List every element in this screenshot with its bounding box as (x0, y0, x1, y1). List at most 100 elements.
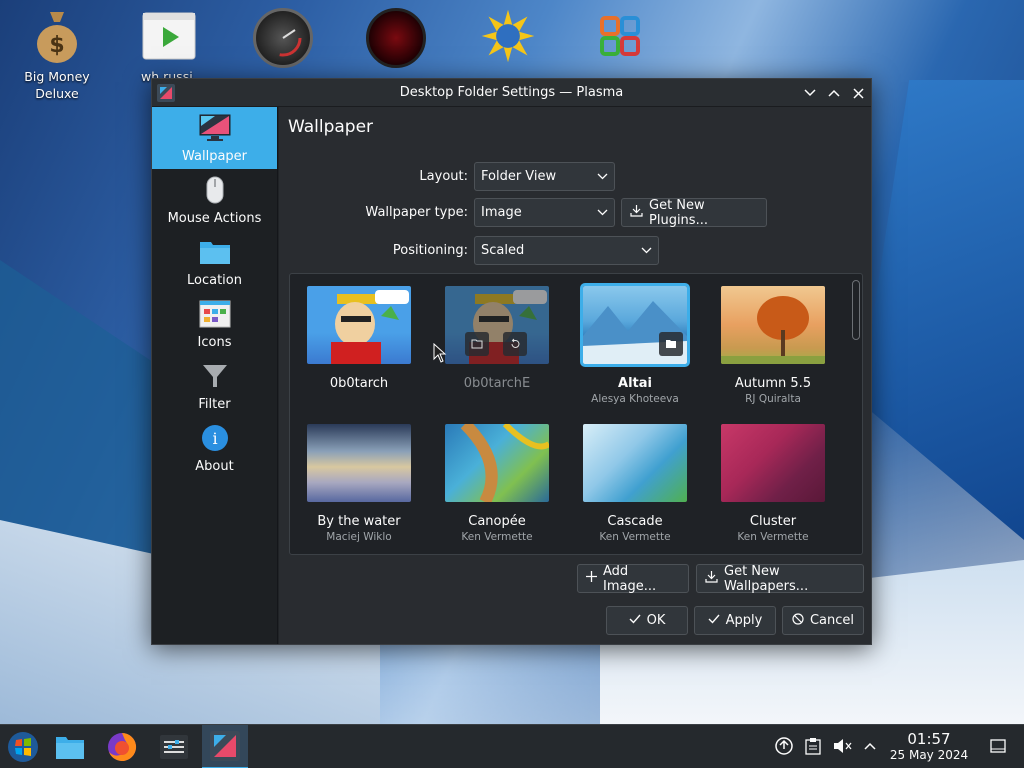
wallpaper-author: Alesya Khoteeva (591, 393, 679, 405)
office-icon (592, 8, 648, 64)
start-menu-button[interactable] (0, 725, 46, 768)
plus-icon (586, 571, 597, 586)
desktop-icon-red-circle[interactable] (356, 8, 436, 68)
chevron-down-icon (641, 243, 652, 258)
positioning-combobox[interactable]: Scaled (474, 236, 659, 265)
sun-globe-icon (480, 8, 536, 64)
desktop-icon-big-money[interactable]: $ Big Money Deluxe (17, 8, 97, 102)
wallpaper-name: 0b0tarch (329, 376, 389, 391)
settings-content: Wallpaper Layout: Folder View Wallpaper … (279, 107, 871, 644)
wallpaper-item-selected[interactable]: Altai Alesya Khoteeva (567, 283, 703, 405)
wallpaper-item[interactable]: Cascade Ken Vermette (567, 424, 703, 543)
sidebar-item-icons[interactable]: Icons (152, 293, 277, 355)
cancel-button[interactable]: Cancel (782, 606, 864, 635)
layout-label: Layout: (419, 169, 468, 184)
get-new-plugins-label: Get New Plugins... (649, 197, 708, 228)
wallpaper-name: Cascade (607, 514, 663, 529)
page-title: Wallpaper (288, 117, 374, 137)
clock-time: 01:57 (907, 730, 951, 748)
desktop-icon-video[interactable]: wh russi (129, 8, 209, 85)
wallpaper-thumbnail (445, 424, 549, 502)
mouse-icon (199, 175, 231, 205)
info-icon: i (199, 423, 231, 453)
file-manager-button[interactable] (47, 725, 93, 768)
wallpaper-thumbnail (307, 286, 411, 364)
wallpaper-type-row: Wallpaper type: Image Get New Plugins... (284, 197, 767, 228)
sidebar-item-label: Icons (197, 335, 232, 350)
monitor-icon (199, 113, 231, 143)
wallpaper-author: RJ Quiralta (745, 393, 801, 405)
wallpaper-author: Ken Vermette (599, 531, 671, 543)
sidebar-item-filter[interactable]: Filter (152, 355, 277, 417)
layout-value: Folder View (481, 169, 557, 184)
wallpaper-item[interactable]: 0b0tarchE (429, 286, 565, 391)
maximize-button[interactable] (824, 83, 844, 103)
check-icon (629, 613, 641, 628)
updates-icon[interactable] (773, 735, 795, 757)
taskbar: 01:57 25 May 2024 (0, 724, 1024, 768)
open-folder-button[interactable] (659, 332, 683, 356)
add-image-button[interactable]: Add Image... (577, 564, 689, 594)
folder-icon (199, 237, 231, 267)
wallpaper-item[interactable]: By the water Maciej Wiklo (291, 424, 427, 543)
plasma-icon (157, 84, 175, 102)
minimize-button[interactable] (800, 83, 820, 103)
wallpaper-type-value: Image (481, 205, 522, 220)
get-new-plugins-button[interactable]: Get New Plugins... (621, 197, 767, 228)
sidebar-item-about[interactable]: i About (152, 417, 277, 479)
sidebar-item-mouse-actions[interactable]: Mouse Actions (152, 169, 277, 231)
check-icon (708, 613, 720, 628)
chevron-up-icon[interactable] (859, 735, 881, 757)
layout-combobox[interactable]: Folder View (474, 162, 615, 191)
wallpaper-item[interactable]: 0b0tarch (291, 286, 427, 391)
desktop-icon-label: Big Money Deluxe (24, 69, 90, 101)
red-logo-icon (366, 8, 426, 68)
wallpaper-name: Altai (618, 376, 652, 391)
clipboard-icon[interactable] (802, 735, 824, 757)
wallpaper-shape (860, 80, 1024, 540)
positioning-value: Scaled (481, 243, 525, 258)
volume-muted-icon[interactable] (831, 735, 853, 757)
vertical-scrollbar[interactable] (852, 278, 860, 550)
download-icon (705, 570, 718, 587)
video-icon (141, 8, 197, 64)
wallpaper-thumbnail (307, 424, 411, 502)
show-desktop-icon[interactable] (987, 735, 1009, 757)
wallpaper-author: Maciej Wiklo (326, 531, 392, 543)
positioning-row: Positioning: Scaled (284, 236, 659, 265)
wallpaper-thumbnail (445, 286, 549, 364)
desktop-icon-sun-globe[interactable] (468, 8, 548, 64)
wallpaper-author: Ken Vermette (461, 531, 533, 543)
sidebar-item-label: About (195, 459, 234, 474)
close-button[interactable] (848, 83, 868, 103)
desktop-icon-office[interactable] (580, 8, 660, 64)
system-settings-button[interactable] (151, 725, 197, 768)
wallpaper-type-combobox[interactable]: Image (474, 198, 615, 227)
chevron-down-icon (597, 205, 608, 220)
digital-clock[interactable]: 01:57 25 May 2024 (886, 731, 972, 763)
wallpaper-thumbnail (583, 424, 687, 502)
wallpaper-item[interactable]: Cluster Ken Vermette (705, 424, 841, 543)
wallpaper-item[interactable]: Canopée Ken Vermette (429, 424, 565, 543)
wallpaper-name: Canopée (468, 514, 526, 529)
gauge-icon (253, 8, 313, 68)
sidebar-item-label: Wallpaper (181, 149, 248, 164)
scrollbar-thumb[interactable] (852, 280, 860, 340)
apply-button[interactable]: Apply (694, 606, 776, 635)
title-bar[interactable]: Desktop Folder Settings — Plasma (152, 79, 871, 107)
plasma-settings-task[interactable] (202, 725, 248, 768)
desktop-icon-gauge[interactable] (243, 8, 323, 68)
ok-button[interactable]: OK (606, 606, 688, 635)
get-new-wallpapers-button[interactable]: Get New Wallpapers... (696, 564, 864, 594)
wallpaper-grid: 0b0tarch 0b0tarchE Altai Alesya Khoteeva (289, 273, 863, 555)
wallpaper-item[interactable]: Autumn 5.5 RJ Quiralta (705, 286, 841, 405)
ok-label: OK (646, 613, 666, 628)
sidebar-item-location[interactable]: Location (152, 231, 277, 293)
open-folder-button[interactable] (465, 332, 489, 356)
filter-icon (199, 361, 231, 391)
mouse-cursor (433, 342, 447, 367)
restore-button[interactable] (503, 332, 527, 356)
window-title: Desktop Folder Settings — Plasma (399, 85, 624, 100)
sidebar-item-wallpaper[interactable]: Wallpaper (152, 107, 277, 169)
firefox-button[interactable] (99, 725, 145, 768)
